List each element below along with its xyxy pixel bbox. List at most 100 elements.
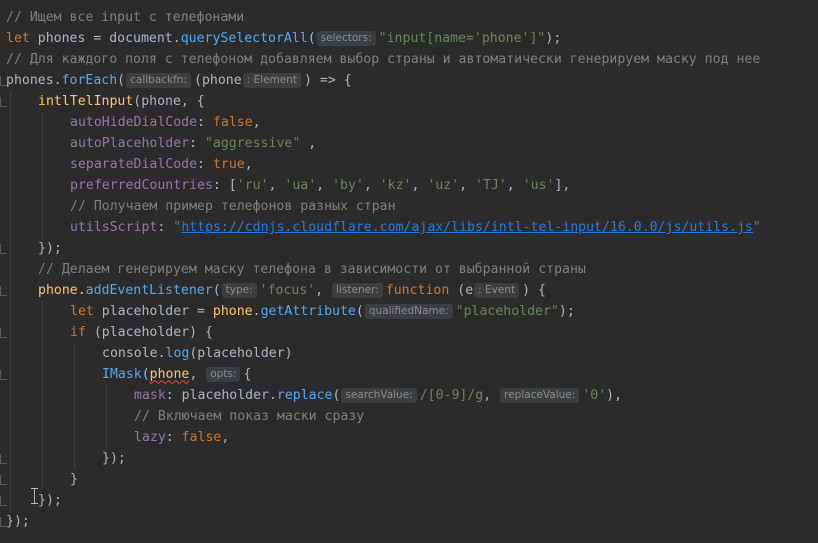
parameter-hint: : Element: [242, 73, 302, 88]
code-line[interactable]: // Делаем генерируем маску телефона в за…: [0, 259, 818, 280]
code-editor[interactable]: // Ищем все input с телефонами let phones…: [0, 0, 818, 543]
code-token: replace: [276, 388, 333, 403]
parameter-hint: opts:: [206, 367, 241, 382]
code-token: function: [385, 283, 450, 298]
code-token: lazy: [134, 430, 166, 445]
code-token: (e: [449, 283, 474, 298]
code-token: (: [141, 367, 150, 382]
code-token: IMask: [102, 367, 142, 382]
code-line[interactable]: autoHideDialCode: false,: [0, 112, 818, 133]
code-line[interactable]: utilsScript: "https://cdnjs.cloudflare.c…: [0, 217, 818, 238]
code-token: 'focus': [259, 283, 316, 298]
code-line[interactable]: });: [0, 511, 818, 532]
code-token: getAttribute: [260, 304, 356, 319]
code-token: log: [165, 346, 190, 361]
code-line[interactable]: // Для каждого поля с телефоном добавляе…: [0, 49, 818, 70]
code-token: });: [102, 451, 126, 466]
code-line[interactable]: if (placeholder) {: [0, 322, 818, 343]
code-token: (: [307, 31, 316, 46]
code-token: addEventListener: [85, 283, 213, 298]
code-token: phone: [201, 73, 242, 88]
code-token: ),: [606, 388, 623, 403]
code-line[interactable]: IMask(phone, opts:{: [0, 364, 818, 385]
code-token: :: [157, 220, 174, 235]
code-token: let: [70, 304, 94, 319]
code-token: if: [70, 325, 86, 340]
code-token: 'TJ': [475, 178, 507, 193]
code-line[interactable]: }: [0, 469, 818, 490]
parameter-hint: : Event: [474, 283, 520, 298]
code-token: https://cdnjs.cloudflare.com/ajax/libs/i…: [181, 220, 753, 235]
code-token: : [: [212, 178, 237, 193]
code-token: });: [6, 514, 30, 529]
code-token: phone: [212, 304, 253, 319]
parameter-hint: type:: [221, 283, 257, 298]
code-token: ,: [459, 178, 476, 193]
code-token: 'ua': [284, 178, 317, 193]
code-token: ,: [315, 283, 332, 298]
code-line[interactable]: console.log(placeholder): [0, 343, 818, 364]
code-token: // Ищем все input с телефонами: [6, 10, 245, 25]
code-token: phone: [149, 367, 190, 382]
code-token: {: [243, 367, 252, 382]
code-line[interactable]: separateDialCode: true,: [0, 154, 818, 175]
code-line[interactable]: phone.addEventListener(type:'focus', lis…: [0, 280, 818, 301]
code-token: forEach: [61, 73, 118, 88]
code-token: "placeholder": [455, 304, 559, 319]
code-token: ,: [268, 178, 285, 193]
code-token: phone.: [38, 283, 86, 298]
text-cursor-icon: [31, 488, 38, 504]
code-token: ,: [363, 178, 380, 193]
code-line[interactable]: let placeholder = phone.getAttribute(qua…: [0, 301, 818, 322]
parameter-hint: callbackfn:: [126, 73, 191, 88]
code-token: true: [212, 157, 245, 172]
code-token: "input[name='phone']": [378, 31, 546, 46]
code-token: preferredCountries: [70, 178, 213, 193]
code-line[interactable]: intlTelInput(phone, {: [0, 91, 818, 112]
parameter-hint: selectors:: [316, 31, 376, 46]
code-token: ,: [244, 157, 253, 172]
code-token: console.: [102, 346, 166, 361]
code-line[interactable]: // Ищем все input с телефонами: [0, 7, 818, 28]
code-token: "aggressive": [204, 136, 301, 151]
code-token: false: [181, 430, 222, 445]
code-token: // Получаем пример телефонов разных стра…: [70, 199, 396, 214]
code-line[interactable]: });: [0, 490, 818, 511]
code-token: }: [70, 472, 78, 487]
code-token: (: [117, 73, 126, 88]
code-token: );: [558, 304, 575, 319]
code-token: autoPlaceholder: [70, 136, 190, 151]
code-token: separateDialCode: [70, 157, 198, 172]
code-token: (: [332, 388, 341, 403]
parameter-hint: replaceValue:: [500, 388, 580, 403]
code-token: phones = document.: [29, 31, 181, 46]
code-token: ": [173, 220, 182, 235]
code-token: :: [197, 115, 213, 130]
code-line[interactable]: mask: placeholder.replace(searchValue:/[…: [0, 385, 818, 406]
code-token: /[0-9]/g: [419, 388, 484, 403]
code-line[interactable]: // Включаем показ маски сразу: [0, 406, 818, 427]
code-line[interactable]: phones.forEach(callbackfn: (phone: Elemen…: [0, 70, 818, 91]
code-token: ,: [189, 367, 206, 382]
code-token: ],: [554, 178, 571, 193]
code-token: (phone, {: [133, 94, 205, 109]
code-token: 'uz': [427, 178, 460, 193]
code-token: querySelectorAll: [180, 31, 308, 46]
code-line[interactable]: let phones = document.querySelectorAll(s…: [0, 28, 818, 49]
code-token: phones.: [6, 73, 62, 88]
code-token: ,: [316, 178, 333, 193]
code-token: (placeholder) {: [85, 325, 213, 340]
code-token: mask: [134, 388, 166, 403]
code-token: // Для каждого поля с телефоном добавляе…: [6, 52, 761, 67]
code-line[interactable]: });: [0, 448, 818, 469]
code-token: // Включаем показ маски сразу: [134, 409, 365, 424]
code-token: utilsScript: [70, 220, 158, 235]
code-token: (: [355, 304, 364, 319]
code-line[interactable]: lazy: false,: [0, 427, 818, 448]
code-line[interactable]: preferredCountries: ['ru', 'ua', 'by', '…: [0, 175, 818, 196]
code-line[interactable]: // Получаем пример телефонов разных стра…: [0, 196, 818, 217]
code-token: 'kz': [379, 178, 412, 193]
code-line[interactable]: });: [0, 238, 818, 259]
code-token: 'by': [332, 178, 364, 193]
code-line[interactable]: autoPlaceholder: "aggressive" ,: [0, 133, 818, 154]
